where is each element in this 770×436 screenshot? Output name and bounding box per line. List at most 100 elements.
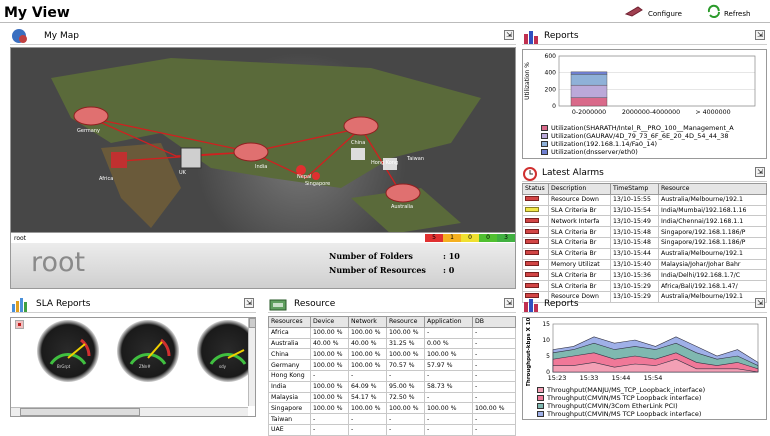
alarm-row[interactable]: Memory Utilizat 13/10-15:40 Malaysia/Johar… <box>522 258 767 271</box>
resource-col-resource[interactable]: Resource <box>386 316 425 328</box>
map-label-australia[interactable]: Australia <box>391 204 413 210</box>
bar-segment[interactable] <box>570 84 608 98</box>
y-axis-label: Utilization % <box>524 62 531 100</box>
resource-cell: 100.00 % <box>472 402 516 415</box>
resource-col-application[interactable]: Application <box>424 316 473 328</box>
legend-entry: Utilization(SHARATH/Intel_R__PRO_100__Ma… <box>541 124 765 132</box>
count-warning[interactable]: 0 <box>479 234 497 242</box>
page-title: My View <box>4 5 70 21</box>
alarm-description: SLA Criteria Br <box>548 280 611 292</box>
legend-entry: Utilization(GAURAV/4D_79_73_6F_6E_20_4D_… <box>541 132 765 140</box>
x-tick-label: 15:33 <box>580 374 599 382</box>
alarm-timestamp: 13/10-15:40 <box>610 258 659 271</box>
resource-row[interactable]: China 100.00 % 100.00 % 100.00 % 100.00 % - <box>268 348 516 361</box>
alarm-severity-icon <box>522 215 549 228</box>
refresh-button[interactable]: Refresh <box>706 4 750 18</box>
map-viewport[interactable]: Germany Africa UK India Nepal Singapore … <box>10 47 516 233</box>
map-label-india[interactable]: India <box>255 164 267 170</box>
alarm-description: Memory Utilizat <box>548 258 611 271</box>
alarm-resource: Singapore/192.168.1.186/P <box>658 236 767 249</box>
x-tick-label: 2000000-4000000 <box>622 109 680 116</box>
legend-entry: Utilization(192.168.1.14/Fa0_14) <box>541 140 765 148</box>
resource-row[interactable]: Malaysia 100.00 % 54.17 % 72.50 % - - <box>268 391 516 404</box>
maximize-icon[interactable]: ⇲ <box>244 298 254 308</box>
throughput-legend: Throughput(MANJU/MS_TCP_Loopback_interfa… <box>537 386 765 418</box>
map-label-china[interactable]: China <box>351 140 365 146</box>
alarm-description: SLA Criteria Br <box>548 236 611 249</box>
map-label-singapore[interactable]: Singapore <box>305 181 330 187</box>
alarm-description: SLA Criteria Br <box>548 204 611 217</box>
root-summary: root Number of Folders : 10 Number of Re… <box>10 243 516 289</box>
resource-col-network[interactable]: Network <box>348 316 387 328</box>
alarm-timestamp: 13/10-15:44 <box>610 247 659 260</box>
alarms-col-resource[interactable]: Resource <box>658 183 767 195</box>
sla-horizontal-scrollbar[interactable] <box>11 407 248 416</box>
resource-row[interactable]: Hong Kong - - - - - <box>268 369 516 382</box>
resource-cell: 100.00 % <box>424 402 473 415</box>
alarm-row[interactable]: SLA Criteria Br 13/10-15:29 Africa/Bali/19… <box>522 280 767 292</box>
resource-cell: 0.00 % <box>424 337 473 350</box>
resource-row[interactable]: UAE - - - - - <box>268 423 516 436</box>
alarm-row[interactable]: SLA Criteria Br 13/10-15:48 Singapore/192.… <box>522 236 767 249</box>
resources-value: : 0 <box>443 265 455 275</box>
resource-cell: - <box>348 413 387 425</box>
resource-row[interactable]: Taiwan - - - - - <box>268 413 516 425</box>
resource-panel: Resource ⇲ Resources Device Network Reso… <box>268 295 516 436</box>
maximize-icon[interactable]: ⇲ <box>755 30 765 40</box>
alarms-col-timestamp[interactable]: TimeStamp <box>610 183 659 195</box>
maximize-icon[interactable]: ⇲ <box>504 298 514 308</box>
maximize-icon[interactable]: ⇲ <box>504 30 514 40</box>
alarm-severity-icon <box>522 226 549 238</box>
resource-cell: - <box>472 423 516 436</box>
bar-segment[interactable] <box>570 74 608 86</box>
resource-row[interactable]: Germany 100.00 % 100.00 % 70.57 % 57.97 % - <box>268 359 516 371</box>
resource-row[interactable]: Australia 40.00 % 40.00 % 31.25 % 0.00 % - <box>268 337 516 350</box>
alarm-row[interactable]: SLA Criteria Br 13/10-15:44 Australia/Melb… <box>522 247 767 260</box>
alarm-description: Network Interfa <box>548 215 611 228</box>
resource-col-db[interactable]: DB <box>472 316 516 328</box>
resource-row[interactable]: India 100.00 % 64.09 % 95.00 % 58.73 % - <box>268 380 516 393</box>
alarm-row[interactable]: SLA Criteria Br 13/10-15:54 India/Mumbai/1… <box>522 204 767 217</box>
map-label-germany[interactable]: Germany <box>77 128 100 134</box>
alarm-row[interactable]: Resource Down 13/10-15:55 Australia/Melbou… <box>522 193 767 206</box>
count-critical[interactable]: 5 <box>425 234 443 242</box>
map-label-africa[interactable]: Africa <box>99 176 113 182</box>
map-label-taiwan[interactable]: Taiwan <box>407 156 424 162</box>
x-tick-label: 15:23 <box>548 374 567 382</box>
map-label-uk[interactable]: UK <box>179 170 186 176</box>
map-label-hongkong[interactable]: Hong Kong <box>371 160 398 166</box>
alarms-col-status[interactable]: Status <box>522 183 549 195</box>
maximize-icon[interactable]: ⇲ <box>755 298 765 308</box>
alarm-resource: India/Mumbai/192.168.1.16 <box>658 204 767 217</box>
bar-segment[interactable] <box>570 97 608 107</box>
map-path: root <box>14 234 27 242</box>
resource-row[interactable]: Africa 100.00 % 100.00 % 100.00 % - - <box>268 326 516 339</box>
legend-entry: Throughput(MANJU/MS_TCP_Loopback_interfa… <box>537 386 765 394</box>
resource-col-name[interactable]: Resources <box>268 316 311 328</box>
count-clear[interactable]: 3 <box>497 234 515 242</box>
sla-vertical-scrollbar[interactable] <box>248 318 255 406</box>
mymap-title: My Map <box>44 30 79 41</box>
configure-button[interactable]: Configure <box>624 4 682 18</box>
resource-cell: 100.00 % <box>386 402 425 415</box>
alarm-resource: Australia/Melbourne/192.1 <box>658 247 767 260</box>
resource-cell: Taiwan <box>268 413 311 425</box>
bar-segment[interactable] <box>570 71 608 75</box>
resource-col-device[interactable]: Device <box>310 316 349 328</box>
resource-cell: - <box>424 423 473 436</box>
alarm-resource: Malaysia/Johar/Johar Bahr <box>658 258 767 271</box>
map-label-nepal[interactable]: Nepal <box>297 174 311 180</box>
status-counts: 5 1 0 0 3 <box>425 234 515 242</box>
resource-cell: - <box>424 413 473 425</box>
resource-icon <box>269 299 287 310</box>
resource-row[interactable]: Singapore 100.00 % 100.00 % 100.00 % 100.00 … <box>268 402 516 415</box>
count-major[interactable]: 1 <box>443 234 461 242</box>
resource-cell: - <box>310 369 349 382</box>
alarms-col-description[interactable]: Description <box>548 183 611 195</box>
alarm-row[interactable]: SLA Criteria Br 13/10-15:48 Singapore/192.… <box>522 226 767 238</box>
sla-toolbar-button[interactable] <box>15 320 24 329</box>
alarm-row[interactable]: SLA Criteria Br 13/10-15:36 India/Delhi/19… <box>522 269 767 282</box>
alarm-row[interactable]: Network Interfa 13/10-15:49 India/Chennai/… <box>522 215 767 228</box>
count-minor[interactable]: 0 <box>461 234 479 242</box>
maximize-icon[interactable]: ⇲ <box>755 167 765 177</box>
